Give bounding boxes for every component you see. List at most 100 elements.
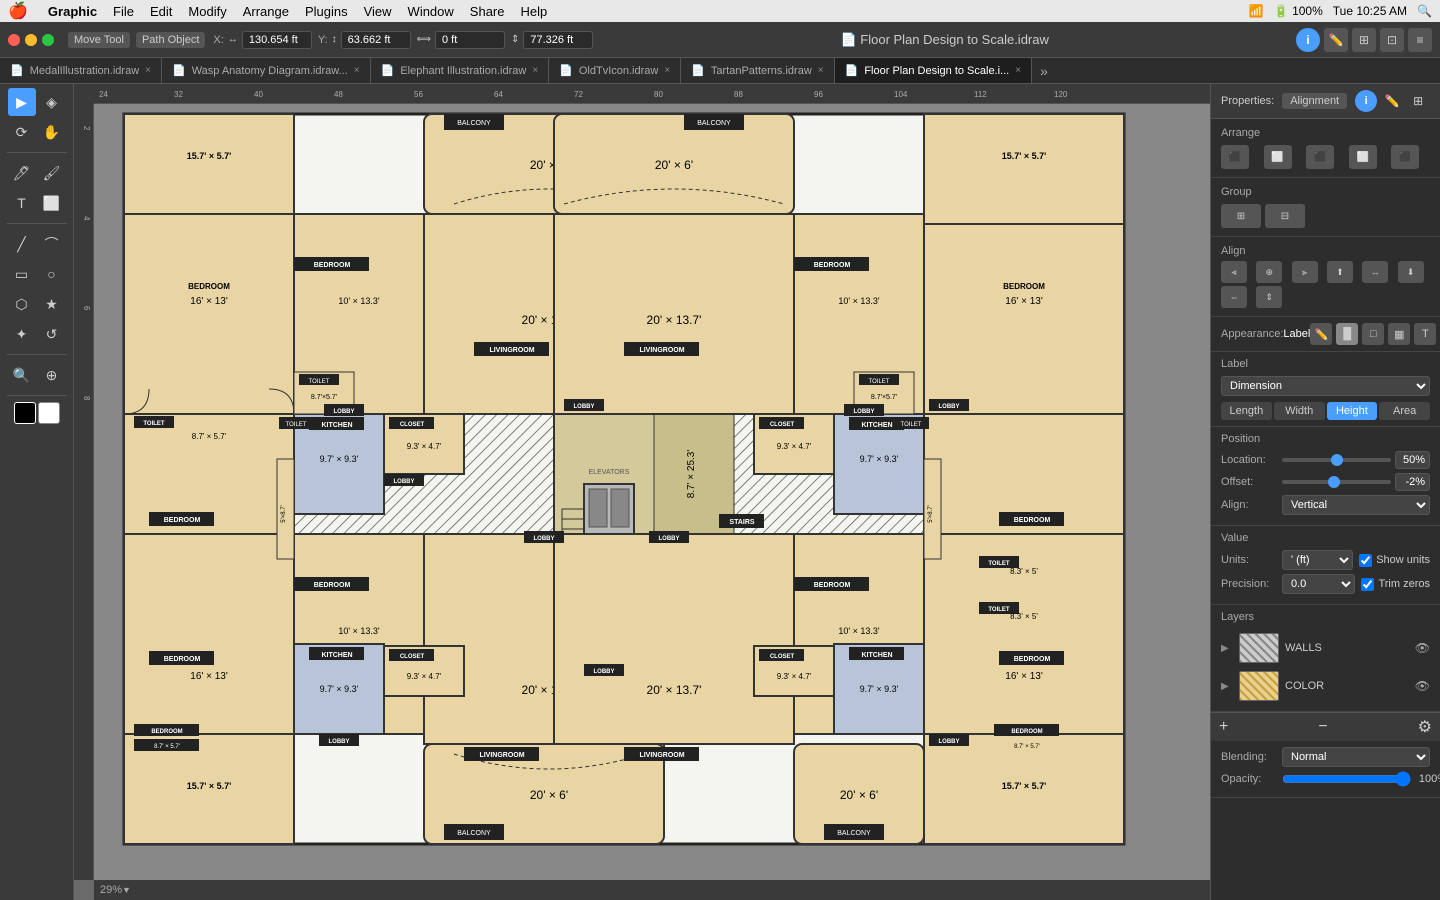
zoom-level[interactable]: 29%: [100, 884, 122, 896]
align-select[interactable]: Vertical: [1282, 495, 1430, 515]
node-tool[interactable]: ◈: [38, 88, 66, 116]
star-tool[interactable]: ★: [38, 290, 66, 318]
star2-tool[interactable]: ✦: [8, 320, 36, 348]
tab-close-elephant[interactable]: ×: [532, 65, 538, 76]
select-tool[interactable]: ▶: [8, 88, 36, 116]
label-tab-width[interactable]: Width: [1274, 402, 1325, 420]
polygon-tool[interactable]: ⬡: [8, 290, 36, 318]
x-value[interactable]: 130.654 ft: [242, 31, 312, 49]
ungroup-btn[interactable]: ⊟: [1265, 204, 1305, 228]
tab-medal[interactable]: 📄 MedalIllustration.idraw ×: [0, 58, 162, 83]
app-fill-icon[interactable]: █: [1336, 323, 1358, 345]
rect-tool[interactable]: ▭: [8, 260, 36, 288]
w-value[interactable]: 0 ft: [435, 31, 505, 49]
oval-tool[interactable]: ○: [38, 260, 66, 288]
show-units-checkbox[interactable]: [1359, 554, 1372, 567]
layer-color-name[interactable]: COLOR: [1285, 680, 1409, 692]
layer-color-expand[interactable]: ▶: [1221, 681, 1233, 692]
menu-share[interactable]: Share: [470, 4, 505, 19]
offset-value[interactable]: -2%: [1395, 473, 1430, 491]
tab-floorplan[interactable]: 📄 Floor Plan Design to Scale.i... ×: [835, 58, 1032, 83]
zoom-dropdown[interactable]: ▼: [122, 885, 131, 895]
spiral-tool[interactable]: ↺: [38, 320, 66, 348]
label-tab-length[interactable]: Length: [1221, 402, 1272, 420]
tab-close-medal[interactable]: ×: [145, 65, 151, 76]
line-tool[interactable]: ╱: [8, 230, 36, 258]
align-bottom[interactable]: ⬇: [1398, 261, 1424, 283]
pen-icon[interactable]: ✏️: [1324, 28, 1348, 52]
menu-edit[interactable]: Edit: [150, 4, 172, 19]
location-value[interactable]: 50%: [1395, 451, 1430, 469]
image-tool[interactable]: ⬜: [38, 189, 66, 217]
panel-pen-icon[interactable]: ✏️: [1381, 90, 1403, 112]
search-icon[interactable]: 🔍: [1417, 4, 1432, 18]
grid-icon[interactable]: ⊞: [1352, 28, 1376, 52]
h-value[interactable]: 77.326 ft: [523, 31, 593, 49]
layer-walls-expand[interactable]: ▶: [1221, 643, 1233, 654]
align-center-v[interactable]: ⊕: [1256, 261, 1282, 283]
stroke-color[interactable]: [38, 402, 60, 424]
dimension-select[interactable]: Dimension: [1221, 376, 1430, 396]
arrange-btn-1[interactable]: ⬛: [1221, 145, 1249, 169]
layer-walls-eye[interactable]: 👁: [1415, 641, 1430, 655]
distribute-h[interactable]: ⇔: [1221, 286, 1247, 308]
menu-plugins[interactable]: Plugins: [305, 4, 348, 19]
transform-icon[interactable]: ⊡: [1380, 28, 1404, 52]
info-icon[interactable]: i: [1296, 28, 1320, 52]
pen-tool[interactable]: 🖊: [8, 159, 36, 187]
arrange-btn-2[interactable]: ⬜: [1264, 145, 1292, 169]
blending-select[interactable]: Normal: [1282, 747, 1430, 767]
layer-walls-name[interactable]: WALLS: [1285, 642, 1409, 654]
menu-view[interactable]: View: [364, 4, 392, 19]
group-btn[interactable]: ⊞: [1221, 204, 1261, 228]
hand-tool[interactable]: ✋: [38, 118, 66, 146]
tab-close-tartan[interactable]: ×: [818, 65, 824, 76]
label-tab-height[interactable]: Height: [1327, 402, 1378, 420]
tab-close-wasp[interactable]: ×: [354, 65, 360, 76]
layer-color-eye[interactable]: 👁: [1415, 679, 1430, 693]
fill-color[interactable]: [14, 402, 36, 424]
y-value[interactable]: 63.662 ft: [341, 31, 411, 49]
menu-arrange[interactable]: Arrange: [243, 4, 289, 19]
zoom-tool[interactable]: 🔍: [8, 361, 36, 389]
brush-tool[interactable]: 🖌: [38, 159, 66, 187]
menu-file[interactable]: File: [113, 4, 134, 19]
app-gradient-icon[interactable]: ▦: [1388, 323, 1410, 345]
app-pen-icon[interactable]: ✏️: [1310, 323, 1332, 345]
units-select[interactable]: ' (ft): [1282, 550, 1353, 570]
align-middle-h[interactable]: ↔: [1362, 261, 1388, 283]
menu-modify[interactable]: Modify: [188, 4, 226, 19]
app-name[interactable]: Graphic: [48, 4, 97, 19]
add-layer-btn[interactable]: +: [1219, 718, 1228, 736]
menu-help[interactable]: Help: [521, 4, 548, 19]
text-tool[interactable]: T: [8, 189, 36, 217]
tab-wasp[interactable]: 📄 Wasp Anatomy Diagram.idraw... ×: [162, 58, 371, 83]
align-right[interactable]: ⫸: [1292, 261, 1318, 283]
curve-tool[interactable]: ⌒: [38, 230, 66, 258]
pan-tool[interactable]: ⊕: [38, 361, 66, 389]
apple-menu[interactable]: 🍎: [8, 1, 28, 21]
precision-select[interactable]: 0.0: [1282, 574, 1355, 594]
arrange-btn-5[interactable]: ⬛: [1391, 145, 1419, 169]
panel-grid-icon[interactable]: ⊞: [1407, 90, 1429, 112]
trim-zeros-checkbox[interactable]: [1361, 578, 1374, 591]
tab-tartan[interactable]: 📄 TartanPatterns.idraw ×: [681, 58, 834, 83]
tab-close-fp[interactable]: ×: [1015, 65, 1021, 76]
layer-settings-btn[interactable]: ⚙: [1418, 717, 1432, 737]
menu-window[interactable]: Window: [408, 4, 454, 19]
app-text-icon[interactable]: T: [1414, 323, 1436, 345]
distribute-v[interactable]: ⇕: [1256, 286, 1282, 308]
layers-icon[interactable]: ≡: [1408, 28, 1432, 52]
opacity-slider[interactable]: [1282, 771, 1411, 787]
canvas[interactable]: 15.7' × 5.7' BEDROOM 16' × 13' 10' × 13.…: [94, 104, 1210, 880]
align-top[interactable]: ⬆: [1327, 261, 1353, 283]
canvas-area[interactable]: 24 32 40 48 56 64 72 80 88 96 104 112 12…: [74, 84, 1210, 900]
label-tab-area[interactable]: Area: [1379, 402, 1430, 420]
arrange-btn-3[interactable]: ⬛: [1306, 145, 1334, 169]
tab-overflow[interactable]: »: [1032, 58, 1056, 83]
panel-tab-alignment[interactable]: Alignment: [1282, 93, 1347, 109]
tab-oldtv[interactable]: 📄 OldTvIcon.idraw ×: [549, 58, 681, 83]
align-left[interactable]: ⫷: [1221, 261, 1247, 283]
tab-close-oldtv[interactable]: ×: [664, 65, 670, 76]
panel-transform-icon[interactable]: ⊡: [1433, 90, 1440, 112]
